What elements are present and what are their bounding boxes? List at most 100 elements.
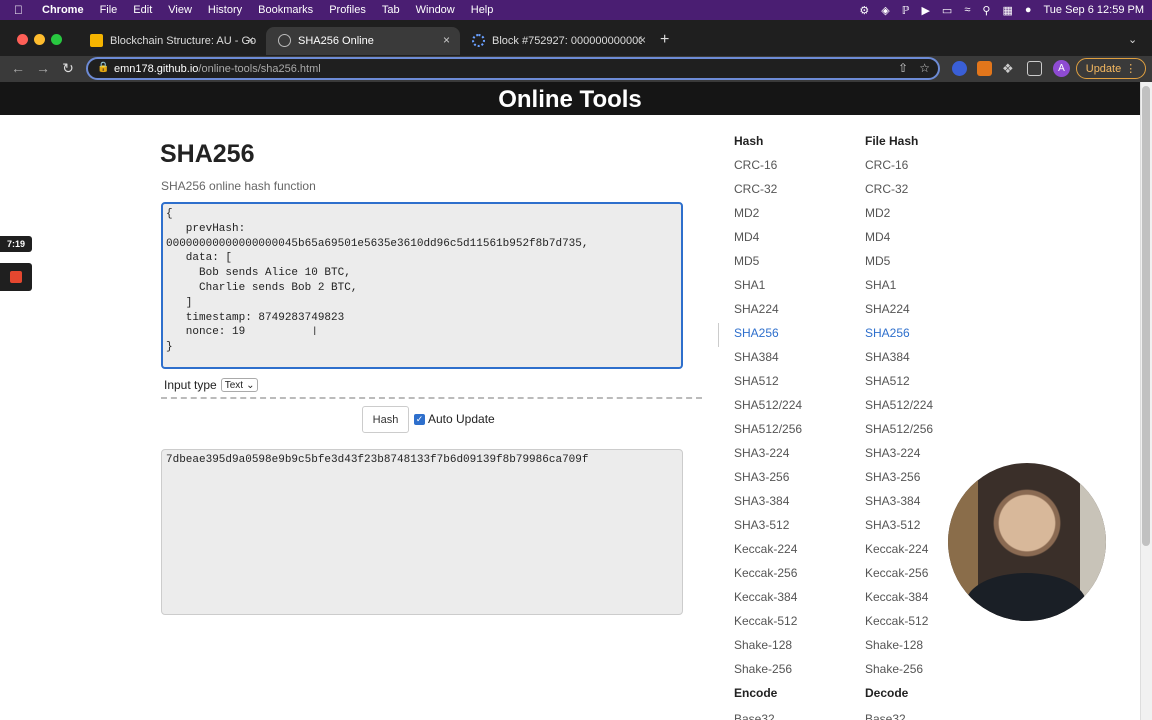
minimize-window-button[interactable] xyxy=(34,34,45,45)
update-button[interactable]: Update ⋮ xyxy=(1076,58,1146,79)
battery-icon[interactable]: ▭ xyxy=(942,4,952,17)
file-hash-link-md4[interactable]: MD4 xyxy=(865,230,933,254)
hash-link-crc-16[interactable]: CRC-16 xyxy=(734,158,802,182)
extension-globe-icon[interactable] xyxy=(952,61,967,76)
menu-edit[interactable]: Edit xyxy=(133,4,152,16)
hash-link-sha3-224[interactable]: SHA3-224 xyxy=(734,446,802,470)
hash-link-shake-256[interactable]: Shake-256 xyxy=(734,662,802,686)
file-hash-link-sha3-512[interactable]: SHA3-512 xyxy=(865,518,933,542)
user-status-icon[interactable]: ● xyxy=(1025,4,1032,16)
hash-link-md5[interactable]: MD5 xyxy=(734,254,802,278)
file-hash-link-sha256[interactable]: SHA256 xyxy=(865,326,933,350)
file-hash-link-md2[interactable]: MD2 xyxy=(865,206,933,230)
file-hash-link-sha224[interactable]: SHA224 xyxy=(865,302,933,326)
file-hash-link-keccak-512[interactable]: Keccak-512 xyxy=(865,614,933,638)
forward-arrow-icon[interactable]: → xyxy=(35,60,51,76)
menu-profiles[interactable]: Profiles xyxy=(329,4,366,16)
tab-sha256-online[interactable]: SHA256 Online × xyxy=(266,27,460,55)
scrollbar-thumb[interactable] xyxy=(1142,86,1150,546)
hash-link-sha256[interactable]: SHA256 xyxy=(734,326,802,350)
file-hash-link-sha512-256[interactable]: SHA512/256 xyxy=(865,422,933,446)
menu-file[interactable]: File xyxy=(100,4,118,16)
hash-link-keccak-224[interactable]: Keccak-224 xyxy=(734,542,802,566)
file-hash-link-md5[interactable]: MD5 xyxy=(865,254,933,278)
menu-tab[interactable]: Tab xyxy=(382,4,400,16)
hash-link-sha224[interactable]: SHA224 xyxy=(734,302,802,326)
tab-close-icon[interactable]: × xyxy=(247,33,254,47)
hash-link-shake-128[interactable]: Shake-128 xyxy=(734,638,802,662)
hash-link-sha1[interactable]: SHA1 xyxy=(734,278,802,302)
hash-link-keccak-512[interactable]: Keccak-512 xyxy=(734,614,802,638)
hash-link-sha3-512[interactable]: SHA3-512 xyxy=(734,518,802,542)
page-scrollbar[interactable] xyxy=(1140,82,1152,720)
hash-link-sha512[interactable]: SHA512 xyxy=(734,374,802,398)
menu-bookmarks[interactable]: Bookmarks xyxy=(258,4,313,16)
hash-link-md4[interactable]: MD4 xyxy=(734,230,802,254)
close-window-button[interactable] xyxy=(17,34,28,45)
metamask-fox-icon[interactable] xyxy=(977,61,992,76)
auto-update-toggle[interactable]: ✓ Auto Update xyxy=(414,412,495,426)
wifi-icon[interactable]: ≈ xyxy=(964,4,970,16)
lock-icon[interactable]: 🔒 xyxy=(97,62,109,73)
hash-link-keccak-256[interactable]: Keccak-256 xyxy=(734,566,802,590)
tab-blockchain-structure[interactable]: Blockchain Structure: AU - Go × xyxy=(78,27,264,55)
hash-link-md2[interactable]: MD2 xyxy=(734,206,802,230)
file-hash-link-sha512[interactable]: SHA512 xyxy=(865,374,933,398)
extensions-puzzle-icon[interactable]: ❖ xyxy=(1002,61,1017,76)
file-hash-link-sha384[interactable]: SHA384 xyxy=(865,350,933,374)
menu-view[interactable]: View xyxy=(168,4,192,16)
back-arrow-icon[interactable]: ← xyxy=(10,60,26,76)
new-tab-icon[interactable]: + xyxy=(660,31,669,49)
hash-output-textarea[interactable]: 7dbeae395d9a0598e9b9c5bfe3d43f23b8748133… xyxy=(161,449,683,615)
file-hash-link-shake-256[interactable]: Shake-256 xyxy=(865,662,933,686)
file-hash-link-sha1[interactable]: SHA1 xyxy=(865,278,933,302)
brave-status-icon[interactable]: ◈ xyxy=(881,4,889,17)
tab-close-icon[interactable]: × xyxy=(443,33,450,47)
file-hash-link-keccak-256[interactable]: Keccak-256 xyxy=(865,566,933,590)
file-hash-link-keccak-384[interactable]: Keccak-384 xyxy=(865,590,933,614)
auto-update-checkbox[interactable]: ✓ xyxy=(414,413,425,425)
file-hash-link-crc-32[interactable]: CRC-32 xyxy=(865,182,933,206)
sidepanel-icon[interactable] xyxy=(1027,61,1042,76)
file-hash-link-sha3-384[interactable]: SHA3-384 xyxy=(865,494,933,518)
file-hash-link-sha512-224[interactable]: SHA512/224 xyxy=(865,398,933,422)
file-hash-link-shake-128[interactable]: Shake-128 xyxy=(865,638,933,662)
hash-link-sha3-256[interactable]: SHA3-256 xyxy=(734,470,802,494)
site-banner[interactable]: Online Tools xyxy=(0,82,1140,115)
file-hash-link-sha3-224[interactable]: SHA3-224 xyxy=(865,446,933,470)
share-icon[interactable]: ⇧ xyxy=(898,61,908,75)
hash-link-sha384[interactable]: SHA384 xyxy=(734,350,802,374)
tab-close-icon[interactable]: × xyxy=(639,33,646,47)
hash-link-sha512-256[interactable]: SHA512/256 xyxy=(734,422,802,446)
tab-block-752927[interactable]: Block #752927: 000000000000 × xyxy=(460,27,656,55)
menu-help[interactable]: Help xyxy=(471,4,494,16)
file-hash-link-crc-16[interactable]: CRC-16 xyxy=(865,158,933,182)
hash-link-sha512-224[interactable]: SHA512/224 xyxy=(734,398,802,422)
reload-icon[interactable]: ↻ xyxy=(60,60,76,77)
file-hash-link-sha3-256[interactable]: SHA3-256 xyxy=(865,470,933,494)
zoom-window-button[interactable] xyxy=(51,34,62,45)
hash-link-sha3-384[interactable]: SHA3-384 xyxy=(734,494,802,518)
bookmark-star-icon[interactable]: ☆ xyxy=(919,61,930,75)
gear-status-icon[interactable]: ⚙ xyxy=(859,4,869,17)
recording-stop-button[interactable] xyxy=(0,263,32,291)
menubar-clock[interactable]: Tue Sep 6 12:59 PM xyxy=(1044,4,1145,16)
hash-link-keccak-384[interactable]: Keccak-384 xyxy=(734,590,802,614)
apple-icon[interactable]:  xyxy=(14,3,34,17)
profile-avatar[interactable]: A xyxy=(1053,60,1070,77)
spotlight-search-icon[interactable]: ⚲ xyxy=(982,4,990,17)
address-bar[interactable]: 🔒 emn178.github.io/online-tools/sha256.h… xyxy=(86,57,940,80)
hash-link-crc-32[interactable]: CRC-32 xyxy=(734,182,802,206)
menu-window[interactable]: Window xyxy=(416,4,455,16)
bluetooth-icon[interactable]: ℙ xyxy=(902,4,910,17)
tab-search-chevron-icon[interactable]: ⌄ xyxy=(1128,33,1137,46)
hash-input-textarea[interactable]: { prevHash: 00000000000000000045b65a6950… xyxy=(161,202,683,369)
control-center-icon[interactable]: ▦ xyxy=(1002,4,1012,17)
hash-button[interactable]: Hash xyxy=(362,406,409,433)
file-hash-link-keccak-224[interactable]: Keccak-224 xyxy=(865,542,933,566)
decode-first-link[interactable]: Base32 xyxy=(865,712,906,720)
input-type-select[interactable]: Text ⌄ xyxy=(220,378,259,392)
encode-first-link[interactable]: Base32 xyxy=(734,712,775,720)
play-status-icon[interactable]: ▶ xyxy=(921,4,929,17)
menu-app-name[interactable]: Chrome xyxy=(42,4,84,16)
